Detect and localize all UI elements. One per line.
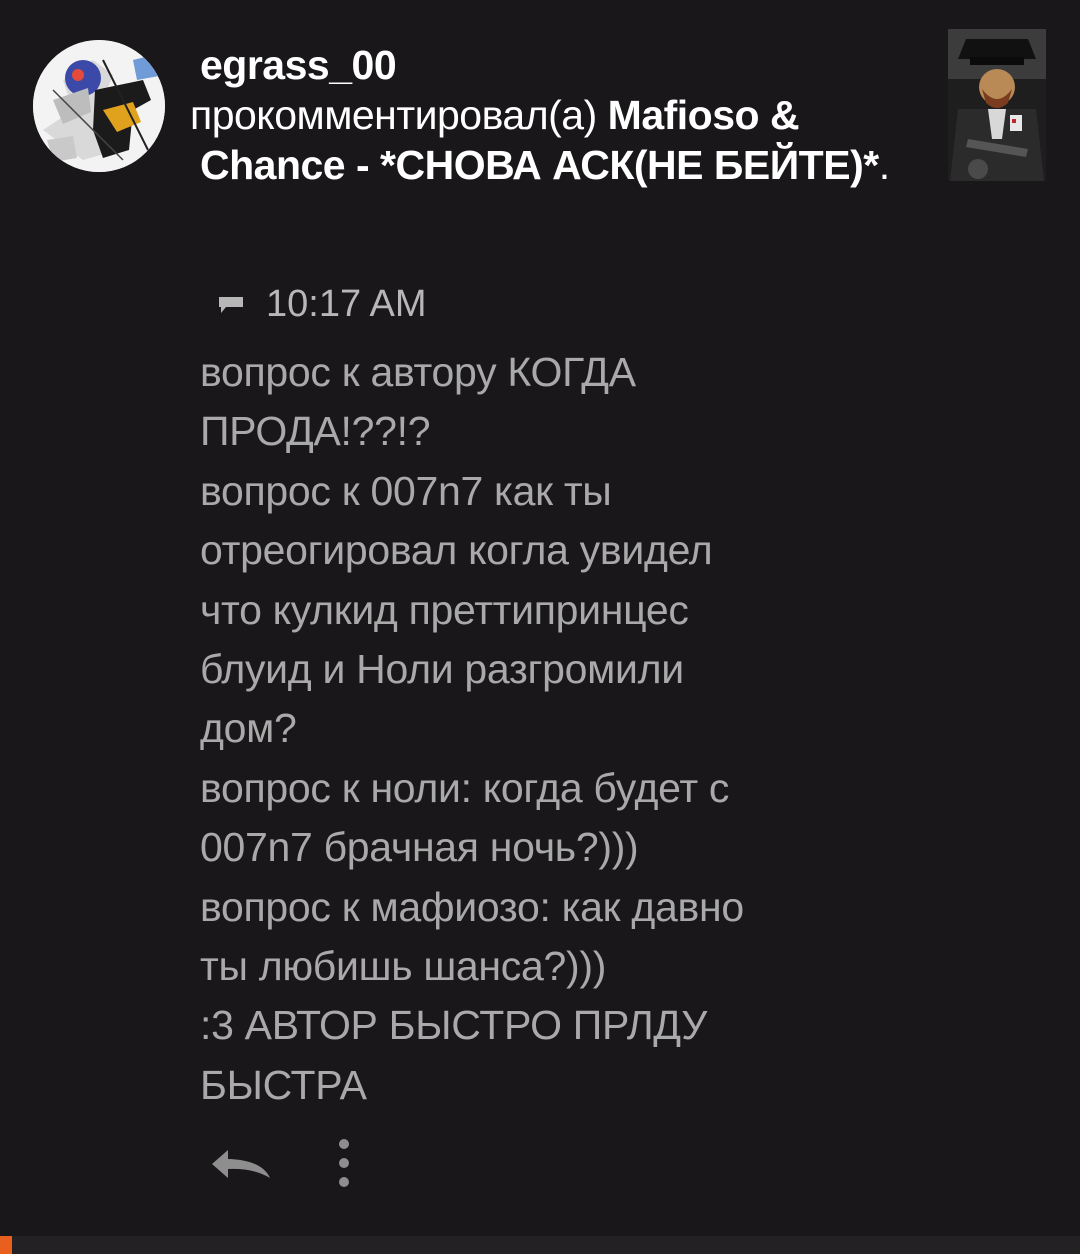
timestamp: 10:17 AM — [266, 282, 427, 325]
notification-item[interactable]: egrass_00 прокомментировал(а) Mafioso & … — [0, 0, 1080, 1236]
comment-line: ПРОДА!??!? — [200, 408, 431, 455]
comment-text: вопрос к автору КОГДА ПРОДА!??!? вопрос к … — [200, 343, 960, 1115]
avatar-drawing-icon — [33, 40, 165, 172]
comment-line: 007n7 брачная ночь?))) — [200, 824, 639, 871]
unread-accent-marker — [0, 1236, 12, 1254]
comment-line: что кулкид преттипринцес — [200, 586, 689, 633]
post-thumbnail[interactable] — [948, 29, 1046, 181]
reply-button[interactable] — [206, 1140, 276, 1190]
user-avatar[interactable] — [33, 40, 165, 172]
vertical-dots-icon — [339, 1139, 349, 1187]
comment-line: вопрос к ноли: когда будет с — [200, 764, 730, 811]
comment-line: :3 АВТОР БЫСТРО ПРЛДУ — [200, 1002, 707, 1049]
comment-line: вопрос к мафиозо: как давно — [200, 883, 744, 930]
notification-header: egrass_00 прокомментировал(а) Mafioso & … — [190, 40, 930, 190]
comment-line: ты любишь шанса?))) — [200, 943, 607, 990]
next-item-edge — [0, 1236, 1080, 1254]
title-trailing-period: . — [878, 142, 890, 188]
comment-line: дом? — [200, 705, 297, 752]
comment-line: отреогировал когла увидел — [200, 527, 713, 574]
reply-arrow-icon — [212, 1150, 270, 1178]
comment-line: вопрос к автору КОГДА — [200, 349, 636, 395]
more-options-button[interactable] — [322, 1134, 368, 1194]
comment-line: БЫСТРА — [200, 1061, 367, 1108]
comment-meta: 10:17 AM — [218, 282, 427, 326]
action-text: прокомментировал(а) — [190, 92, 608, 138]
comment-line: блуид и Ноли разгромили — [200, 646, 684, 693]
comment-bubble-icon — [219, 297, 243, 313]
thumbnail-artwork-icon — [948, 29, 1046, 181]
comment-line: вопрос к 007n7 как ты — [200, 467, 612, 514]
username-link[interactable]: egrass_00 — [200, 42, 397, 88]
